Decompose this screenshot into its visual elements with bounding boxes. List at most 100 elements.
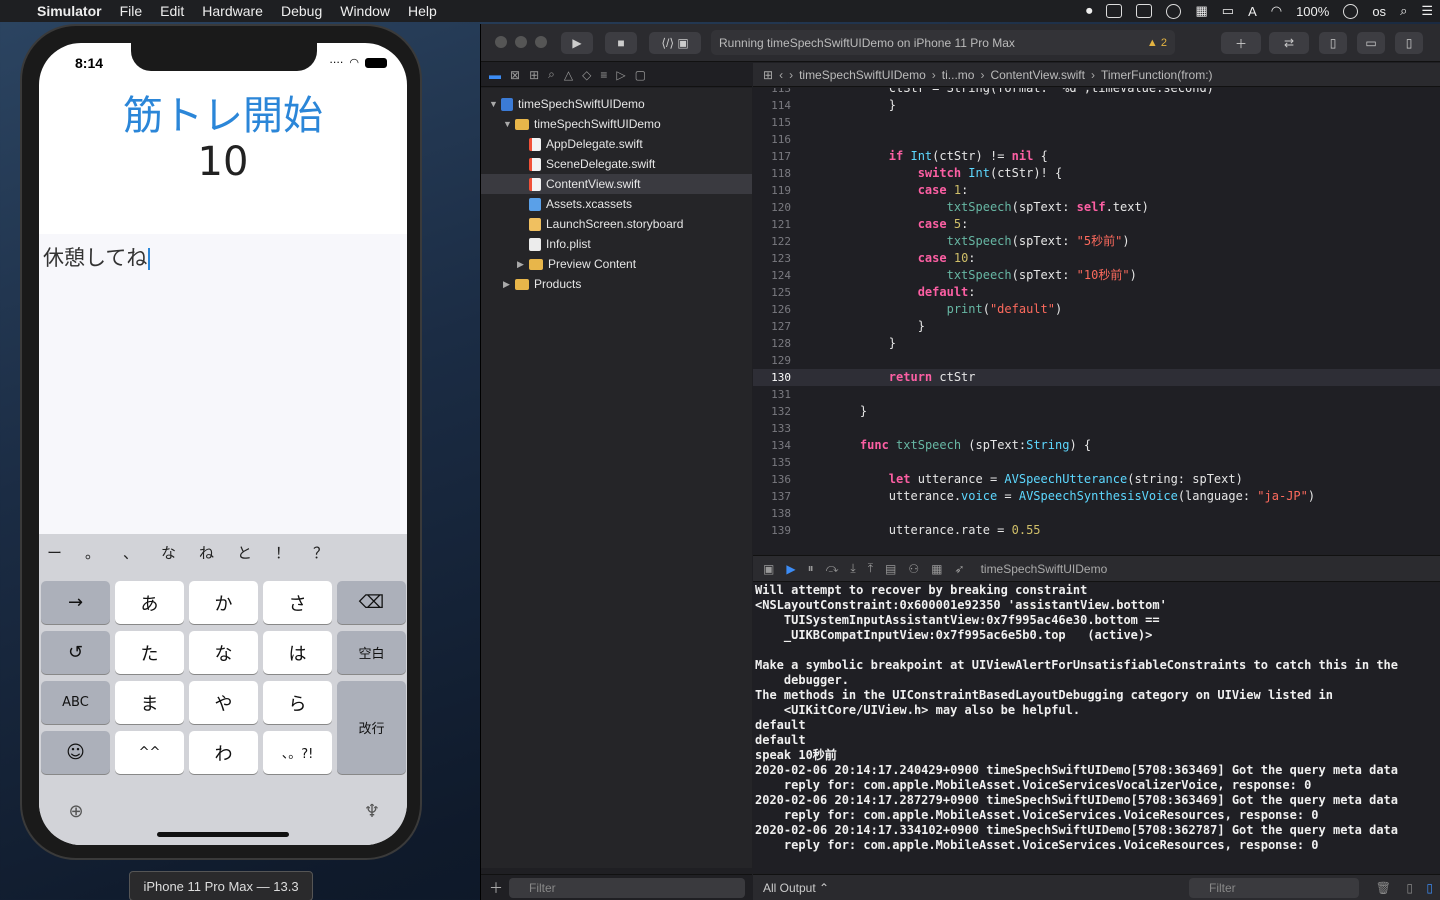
key-ka[interactable]: か	[189, 581, 258, 624]
globe-icon[interactable]: ⊕	[61, 796, 91, 826]
app-menu[interactable]: Simulator	[28, 0, 111, 22]
user-label[interactable]: os	[1372, 4, 1386, 19]
symbol-navigator-icon[interactable]: ⊞	[529, 68, 539, 82]
breadcrumb-item[interactable]: ContentView.swift	[990, 68, 1085, 82]
code-line[interactable]: 138	[753, 505, 1440, 522]
record-icon[interactable]: ⏺	[1086, 3, 1093, 19]
menu-hardware[interactable]: Hardware	[193, 0, 272, 22]
forward-icon[interactable]: ›	[789, 68, 793, 82]
key-punctuation[interactable]: 、。?!	[263, 731, 332, 774]
issue-navigator-icon[interactable]: △	[564, 68, 573, 82]
code-line[interactable]: 123 case 10:	[753, 250, 1440, 267]
run-button[interactable]: ▶	[561, 32, 593, 54]
breadcrumb-item[interactable]: timeSpechSwiftUIDemo	[799, 68, 926, 82]
key-undo[interactable]: ↺	[41, 631, 110, 674]
disclosure-closed-icon[interactable]: ▶	[517, 259, 529, 270]
key-na[interactable]: な	[189, 631, 258, 674]
key-delete[interactable]: ⌫	[337, 581, 406, 624]
key-wa[interactable]: わ	[189, 731, 258, 774]
code-line[interactable]: 125 default:	[753, 284, 1440, 301]
code-line[interactable]: 132 }	[753, 403, 1440, 420]
code-line[interactable]: 124 txtSpeech(spText: "10秒前")	[753, 267, 1440, 284]
candidate-item[interactable]: 、	[123, 542, 161, 563]
toggle-debug-area-button[interactable]: ▭	[1357, 32, 1385, 54]
console-view-icon[interactable]: ▯	[1426, 881, 1433, 895]
console-filter-input[interactable]: Filter	[1189, 878, 1359, 898]
airplay-icon[interactable]: ▭	[1222, 3, 1234, 19]
menu-file[interactable]: File	[111, 0, 152, 22]
navigator-item[interactable]: AppDelegate.swift	[481, 134, 752, 154]
key-ma[interactable]: ま	[115, 681, 184, 724]
spotlight-icon[interactable]: ⌕	[1400, 3, 1407, 19]
text-input-area[interactable]: 休憩してね	[39, 234, 407, 534]
breakpoints-toggle-icon[interactable]: ▶	[786, 562, 795, 576]
code-line[interactable]: 115	[753, 114, 1440, 131]
related-items-icon[interactable]: ⊞	[763, 68, 773, 82]
back-icon[interactable]: ‹	[779, 68, 783, 82]
disclosure-open-icon[interactable]: ▼	[489, 99, 501, 109]
code-review-button[interactable]: ⇄	[1269, 32, 1309, 54]
breadcrumb-item[interactable]: TimerFunction(from:)	[1101, 68, 1213, 82]
project-navigator-icon[interactable]: ▬	[489, 68, 501, 82]
display-icon[interactable]	[1136, 4, 1153, 18]
navigator-item[interactable]: Info.plist	[481, 234, 752, 254]
code-line[interactable]: 136 let utterance = AVSpeechUtterance(st…	[753, 471, 1440, 488]
key-a[interactable]: あ	[115, 581, 184, 624]
key-kaomoji[interactable]: ^^	[115, 731, 184, 774]
candidate-item[interactable]: 。	[85, 542, 123, 563]
warning-indicator[interactable]: ▲ 2	[1147, 37, 1167, 49]
code-line[interactable]: 121 case 5:	[753, 216, 1440, 233]
scheme-selector[interactable]: ⟨/⟩ ▣	[649, 32, 701, 54]
trash-icon[interactable]: 🗑	[1376, 881, 1391, 895]
navigator-item[interactable]: LaunchScreen.storyboard	[481, 214, 752, 234]
navigator-item[interactable]: ▼ timeSpechSwiftUIDemo	[481, 94, 752, 114]
code-line[interactable]: 130 return ctStr	[753, 369, 1440, 386]
navigator-filter-input[interactable]: Filter	[509, 878, 745, 898]
memory-graph-icon[interactable]: ⚇	[908, 562, 919, 576]
console-output[interactable]: Will attempt to recover by breaking cons…	[753, 583, 1440, 873]
code-line[interactable]: 134 func txtSpeech (spText:String) {	[753, 437, 1440, 454]
key-abc[interactable]: ABC	[41, 681, 110, 724]
screenshot-icon[interactable]	[1106, 4, 1123, 18]
input-source-icon[interactable]: A	[1248, 4, 1257, 19]
source-editor[interactable]: 113 ctStr = String(format: "%d",timeValu…	[753, 88, 1440, 554]
code-line[interactable]: 133	[753, 420, 1440, 437]
simulate-location-icon[interactable]: ➶	[955, 562, 965, 576]
key-ya[interactable]: や	[189, 681, 258, 724]
code-line[interactable]: 135	[753, 454, 1440, 471]
code-line[interactable]: 113 ctStr = String(format: "%d",timeValu…	[753, 88, 1440, 97]
key-space[interactable]: 空白	[337, 631, 406, 674]
candidate-item[interactable]: な	[161, 542, 199, 563]
candidate-item[interactable]: と	[237, 542, 275, 563]
code-line[interactable]: 120 txtSpeech(spText: self.text)	[753, 199, 1440, 216]
code-line[interactable]: 122 txtSpeech(spText: "5秒前")	[753, 233, 1440, 250]
candidate-item[interactable]: ね	[199, 542, 237, 563]
key-sa[interactable]: さ	[263, 581, 332, 624]
source-control-icon[interactable]: ⊠	[510, 68, 520, 82]
candidate-item[interactable]: ー	[47, 542, 85, 563]
output-selector[interactable]: All Output ⌃	[763, 881, 829, 895]
focus-icon[interactable]	[1343, 3, 1359, 19]
code-line[interactable]: 117 if Int(ctStr) != nil {	[753, 148, 1440, 165]
code-line[interactable]: 128 }	[753, 335, 1440, 352]
code-line[interactable]: 114 }	[753, 97, 1440, 114]
key-emoji[interactable]: ☺	[41, 731, 110, 774]
breadcrumb-item[interactable]: ti...mo	[942, 68, 975, 82]
close-window-button[interactable]	[495, 36, 507, 48]
toggle-navigator-button[interactable]: ▯	[1319, 32, 1347, 54]
navigator-item[interactable]: ContentView.swift	[481, 174, 752, 194]
pause-icon[interactable]: ⏸	[808, 561, 814, 576]
add-file-icon[interactable]: ＋	[489, 878, 503, 898]
navigator-item[interactable]: ▶ Products	[481, 274, 752, 294]
environment-overrides-icon[interactable]: ▦	[931, 562, 942, 576]
control-center-icon[interactable]: ☰	[1421, 3, 1433, 19]
view-hierarchy-icon[interactable]: ▤	[885, 562, 896, 576]
key-ta[interactable]: た	[115, 631, 184, 674]
step-into-icon[interactable]: ⤓	[850, 561, 855, 576]
code-line[interactable]: 118 switch Int(ctStr)! {	[753, 165, 1440, 182]
step-over-icon[interactable]: ⤼	[826, 561, 839, 576]
code-line[interactable]: 126 print("default")	[753, 301, 1440, 318]
toggle-inspector-button[interactable]: ▯	[1395, 32, 1423, 54]
key-next-arrow[interactable]: →	[41, 581, 110, 624]
stop-button[interactable]: ■	[605, 32, 637, 54]
